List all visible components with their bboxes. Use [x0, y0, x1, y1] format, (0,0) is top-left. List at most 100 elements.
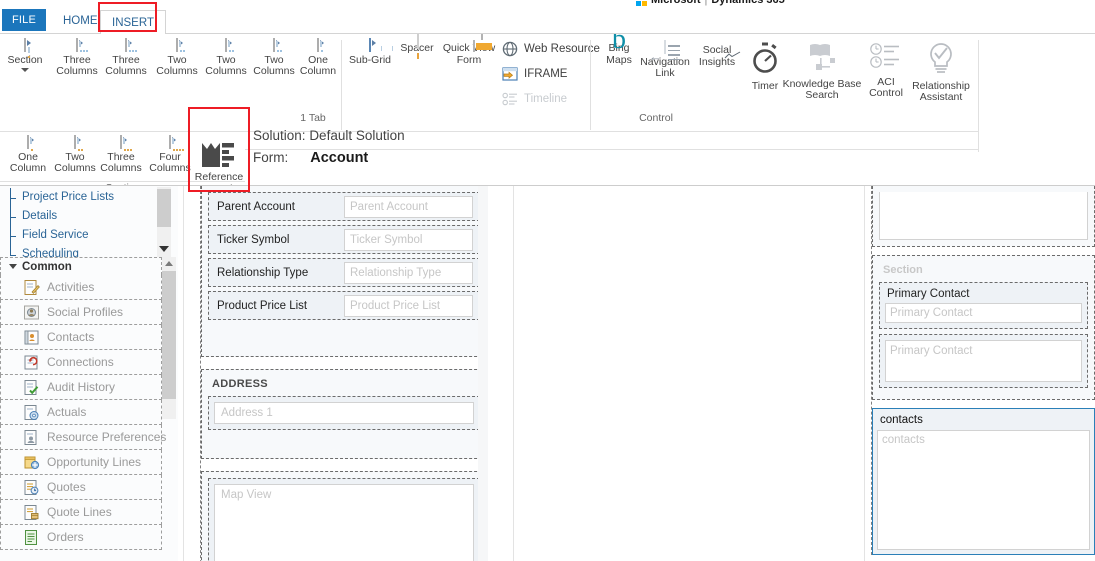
nav-group-header-common[interactable]: Common [0, 257, 162, 275]
subgrid-control[interactable]: contacts [877, 430, 1090, 550]
nav-item-quote-lines[interactable]: Quote Lines [0, 500, 162, 525]
nav-item-label: Connections [47, 355, 114, 369]
nav-item-contacts[interactable]: Contacts [0, 325, 162, 350]
ribbon-label-line2: Columns [100, 162, 142, 174]
ribbon-button-aci-control[interactable]: ACI Control [861, 42, 911, 100]
nav-item-project-price-lists[interactable]: Project Price Lists [0, 188, 178, 207]
primary-contact-field-2[interactable]: Primary Contact [879, 334, 1088, 388]
field-control[interactable]: Ticker Symbol [344, 228, 473, 251]
nav-item-actuals[interactable]: Actuals [0, 400, 162, 425]
nav-item-social-profiles[interactable]: Social Profiles [0, 300, 162, 325]
ribbon-button-navigation-link[interactable]: ← Navigation Link [637, 40, 693, 80]
relationship-assistant-icon [906, 42, 976, 78]
nav-item-quotes[interactable]: Quotes [0, 475, 162, 500]
field-control[interactable]: Primary Contact [885, 340, 1082, 382]
chevron-down-icon[interactable] [21, 68, 29, 72]
field-label: Parent Account [217, 200, 295, 213]
ribbon-button-two-columns-section[interactable]: Two Columns [50, 135, 100, 175]
canvas-scrollbar[interactable] [478, 186, 488, 561]
form-field-map-view[interactable]: Map View [208, 478, 480, 561]
nav-item-connections[interactable]: Connections [0, 350, 162, 375]
scroll-up-button[interactable] [162, 257, 176, 270]
ribbon-button-spacer[interactable]: Spacer [392, 34, 442, 59]
ribbon-label-line2: Search [805, 89, 839, 101]
ribbon-button-two-columns-2[interactable]: Two Columns [201, 38, 251, 78]
form-section-address[interactable]: ADDRESS Address 1 [201, 369, 487, 459]
resource-preferences-icon [23, 429, 40, 446]
solution-label: Solution: [253, 128, 306, 143]
field-control[interactable]: Primary Contact [885, 303, 1082, 323]
reference-panel-column: Section Primary Contact Primary Contact … [871, 186, 1095, 555]
scrollbar-thumb[interactable] [162, 271, 176, 399]
ribbon-button-three-columns-2[interactable]: Three Columns [101, 38, 151, 78]
field-control[interactable]: Relationship Type [344, 261, 473, 284]
nav-item-label: Activities [47, 280, 95, 294]
ribbon-button-three-columns-section[interactable]: Three Columns [96, 135, 146, 175]
nav-item-resource-preferences[interactable]: Resource Preferences [0, 425, 166, 450]
ribbon-group-divider [590, 40, 591, 130]
contacts-subgrid-selected[interactable]: contacts contacts [872, 408, 1095, 555]
nav-item-opportunity-lines[interactable]: Opportunity Lines [0, 450, 162, 475]
ribbon-button-timeline[interactable]: Timeline [502, 91, 600, 107]
scroll-down-button[interactable] [157, 241, 171, 257]
form-field-address1[interactable]: Address 1 [208, 396, 480, 430]
nav-item-audit-history[interactable]: Audit History [0, 375, 162, 400]
ribbon-label-line2: Assistant [919, 91, 963, 103]
field-control[interactable]: Product Price List [344, 294, 473, 317]
form-field-row[interactable]: Ticker Symbol Ticker Symbol [208, 225, 480, 254]
ribbon-label-line2: Columns [54, 162, 96, 174]
ribbon-button-reference-panel[interactable]: Reference Panel [193, 135, 245, 185]
pane-divider-left [183, 186, 184, 561]
social-profiles-icon [23, 304, 40, 321]
ribbon-button-two-columns-3[interactable]: Two Columns [249, 38, 299, 78]
reference-panel-section[interactable]: Section Primary Contact Primary Contact … [872, 255, 1095, 400]
section-empty-space [208, 434, 480, 452]
ribbon-button-one-column-section[interactable]: One Column [3, 135, 53, 175]
chevron-down-icon [159, 246, 169, 252]
ribbon-button-sub-grid[interactable]: Sub-Grid [345, 38, 395, 66]
reference-panel-preview: Section Primary Contact Primary Contact … [865, 186, 1095, 561]
nav-item-scheduling[interactable]: Scheduling [0, 245, 178, 257]
form-field-row[interactable]: Parent Account Parent Account [208, 192, 480, 221]
nav-item-activities[interactable]: Activities [0, 275, 162, 300]
nav-common-list: Activities Social Profiles Contacts Conn… [0, 275, 166, 550]
tab-file[interactable]: FILE [2, 9, 46, 31]
ribbon-button-three-columns-1[interactable]: Three Columns [52, 38, 102, 78]
ribbon-tab-strip: FILE HOME INSERT [0, 6, 1095, 35]
reference-panel-top-block[interactable] [872, 186, 1095, 247]
ribbon-button-web-resource[interactable]: Web Resource [502, 41, 600, 57]
ribbon-button-relationship-assistant[interactable]: Relationship Assistant [906, 42, 976, 104]
opportunity-lines-icon [23, 454, 40, 471]
ribbon-button-iframe[interactable]: IFRAME [502, 66, 600, 82]
primary-contact-field[interactable]: Primary Contact Primary Contact [879, 282, 1088, 329]
actuals-icon [23, 404, 40, 421]
quotes-icon [23, 479, 40, 496]
tab-insert[interactable]: INSERT [100, 10, 166, 35]
ribbon-button-quick-view-form[interactable]: ↪ Quick View Form [440, 34, 498, 66]
ribbon-button-section[interactable]: Section [0, 38, 50, 72]
scrollbar-thumb[interactable] [157, 189, 171, 227]
field-control[interactable]: Address 1 [214, 402, 474, 424]
activities-icon [23, 279, 40, 296]
form-section-fields[interactable]: Parent Account Parent Account Ticker Sym… [201, 186, 487, 357]
navigation-scrollbar-top[interactable] [157, 187, 171, 257]
ribbon-label-line2: Column [9, 162, 47, 174]
nav-item-orders[interactable]: Orders [0, 525, 162, 550]
top-block-control[interactable] [879, 192, 1088, 240]
ribbon-button-four-columns-section[interactable]: Four Columns [145, 135, 195, 175]
field-control[interactable]: Map View [214, 484, 474, 561]
form-field-row[interactable]: Product Price List Product Price List [208, 291, 480, 320]
three-columns-section-icon [96, 135, 146, 151]
ribbon-button-two-columns-1[interactable]: Two Columns [152, 38, 202, 78]
nav-item-details[interactable]: Details [0, 207, 178, 226]
ribbon-button-one-column[interactable]: One Column [293, 38, 343, 78]
workspace: Project Price Lists Details Field Servic… [0, 186, 1095, 561]
ribbon-group-label-control: Control [639, 112, 673, 124]
ribbon-button-social-insights[interactable]: Social Insights [692, 42, 742, 68]
ribbon-button-knowledge-base-search[interactable]: Knowledge Base Search [779, 42, 865, 102]
navigation-scrollbar-common[interactable] [162, 257, 176, 419]
nav-item-field-service[interactable]: Field Service [0, 226, 178, 245]
field-control[interactable]: Parent Account [344, 195, 473, 218]
form-field-row[interactable]: Relationship Type Relationship Type [208, 258, 480, 287]
form-section-map[interactable]: Map View [201, 471, 487, 561]
